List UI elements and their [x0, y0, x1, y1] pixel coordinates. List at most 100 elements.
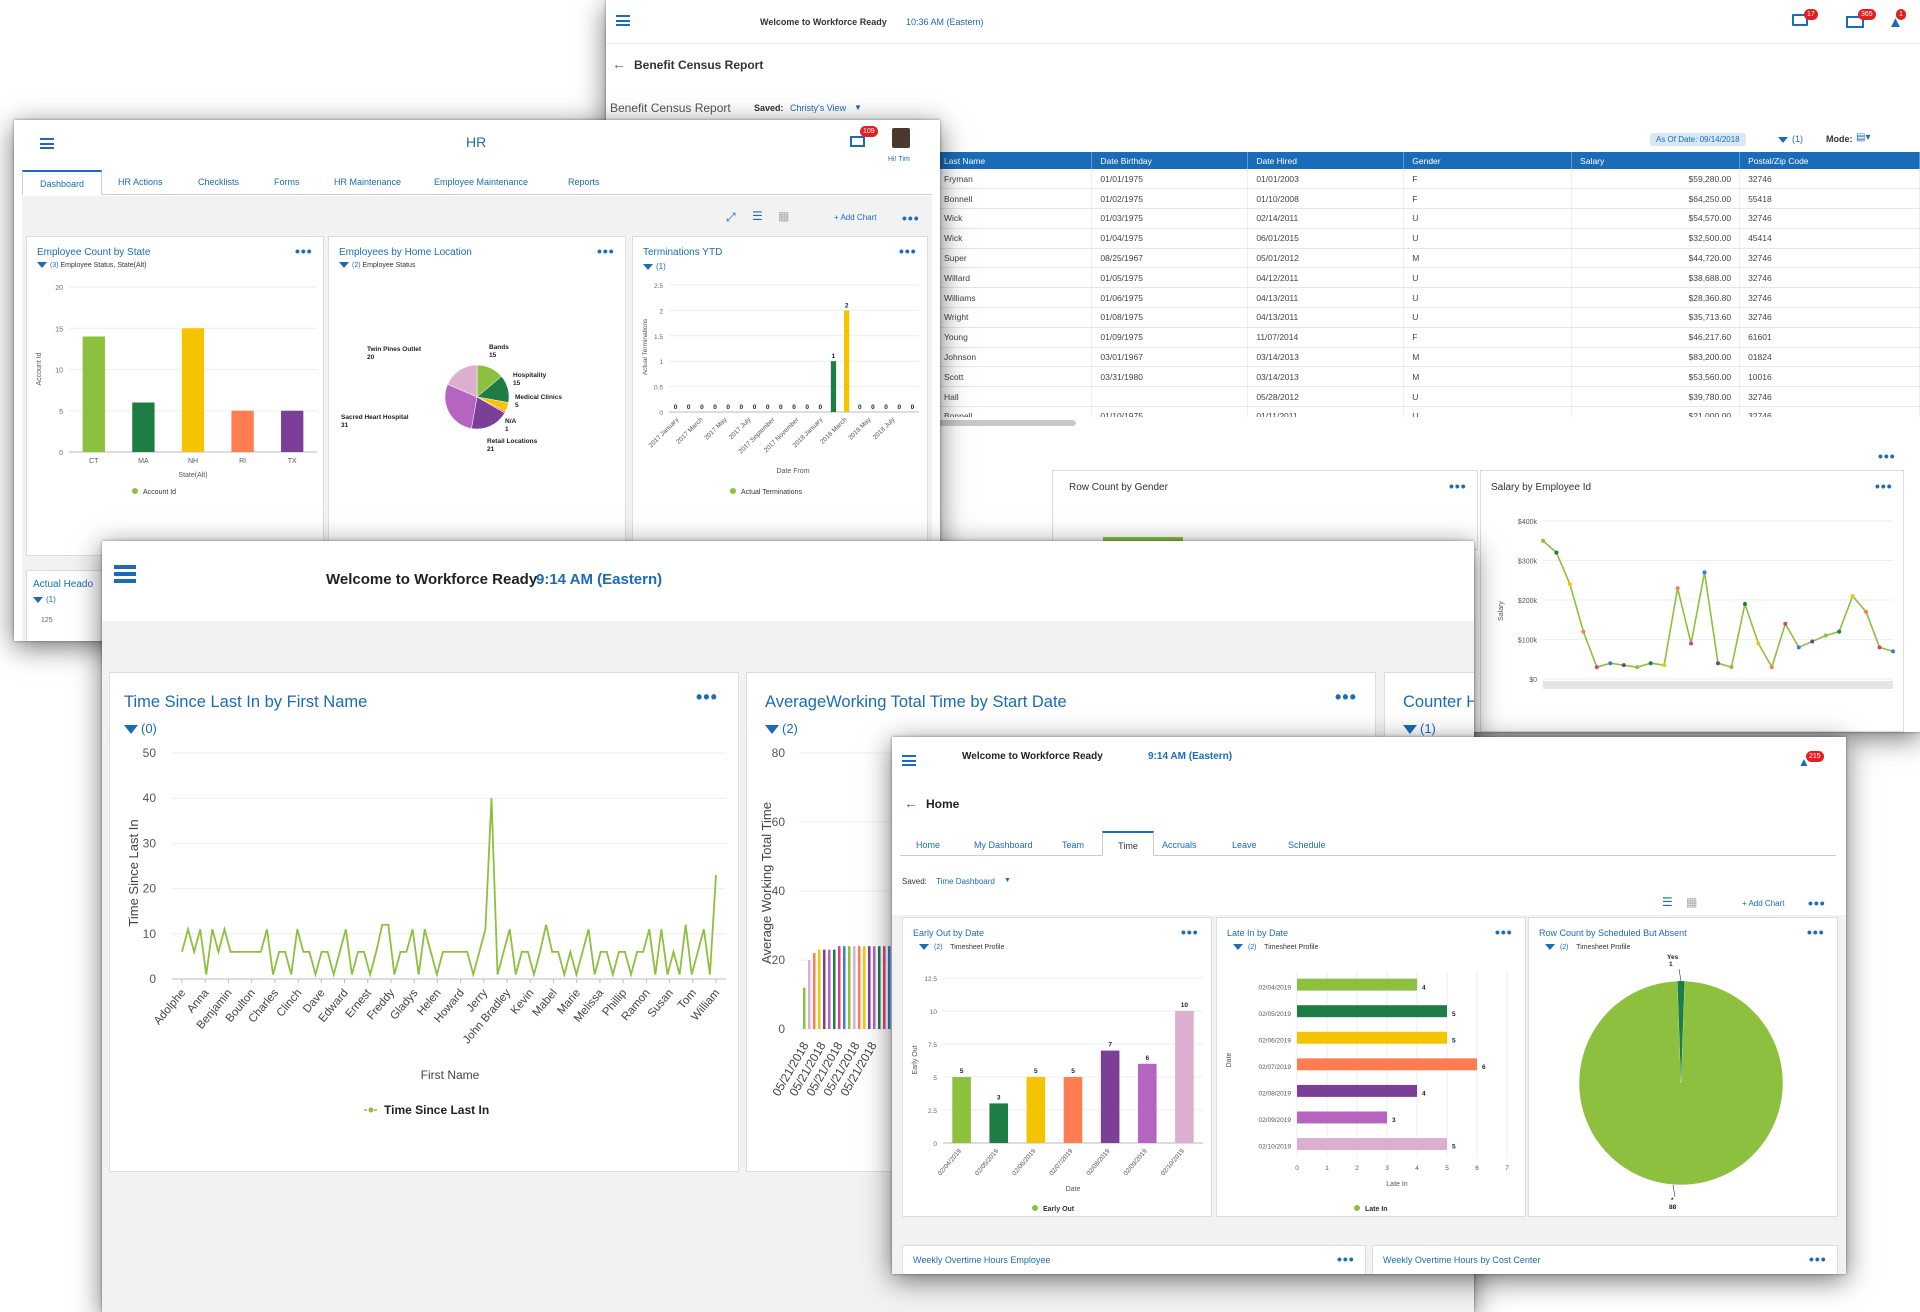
expand-icon[interactable]: ⤢ [726, 210, 736, 225]
table-row[interactable]: Williams 01/06/1975 04/13/2011 U $28,360.80 3… [936, 287, 1920, 309]
tab-team[interactable]: Team [1062, 840, 1084, 850]
add-chart-button[interactable]: + Add Chart [834, 213, 876, 222]
tab-accruals[interactable]: Accruals [1162, 840, 1197, 850]
y-axis-title: Average Working Total Time [759, 802, 774, 964]
y-tick-label: 02/05/2019 [1258, 1011, 1291, 1018]
more-options-icon[interactable]: ••• [1878, 449, 1896, 463]
tab-checklists[interactable]: Checklists [198, 177, 239, 187]
y-tick-label: 0 [149, 972, 156, 986]
table-scrollbar[interactable] [936, 420, 1076, 426]
tab-hr-actions[interactable]: HR Actions [118, 177, 163, 187]
table-cell: 06/01/2015 [1247, 228, 1405, 249]
employee-count-by-state-card: Employee Count by State ••• (3) Employee… [26, 236, 324, 556]
legend-swatch [1032, 1205, 1038, 1211]
table-cell: 01/10/1975 [1091, 406, 1249, 417]
x-tick-label: 02/09/2019 [1123, 1148, 1150, 1178]
tab-leave[interactable]: Leave [1232, 840, 1257, 850]
table-row[interactable]: Hall 05/28/2012 U $39,780.00 32746 [936, 386, 1920, 408]
table-cell: Scott [936, 366, 1093, 388]
tab-home[interactable]: Home [916, 840, 940, 850]
table-row[interactable]: Wick 01/03/1975 02/14/2011 U $54,570.00 32746 [936, 208, 1920, 229]
table-row[interactable]: Wick 01/04/1975 06/01/2015 U $32,500.00 45414 [936, 228, 1920, 249]
table-cell: 01/01/2003 [1247, 169, 1405, 190]
x-tick-label: 0 [1295, 1165, 1299, 1172]
table-cell: 32746 [1739, 169, 1920, 190]
mode-label: Mode: [1826, 134, 1853, 144]
bar [813, 953, 816, 1029]
menu-icon[interactable] [114, 565, 136, 583]
x-tick-label: 4 [1415, 1165, 1419, 1172]
more-options-icon[interactable]: ••• [1808, 896, 1826, 910]
table-cell: M [1403, 366, 1573, 388]
more-options-icon[interactable]: ••• [1449, 479, 1467, 493]
menu-icon[interactable] [902, 755, 916, 766]
tab-employee-maintenance[interactable]: Employee Maintenance [434, 177, 528, 187]
clock-text: 9:14 AM (Eastern) [536, 571, 663, 588]
tab-time[interactable]: Time [1102, 831, 1154, 856]
filter-row[interactable]: (1) [1403, 721, 1436, 736]
table-row[interactable]: Fryman 01/01/1975 01/01/2003 F $59,280.00 327… [936, 169, 1920, 190]
y-tick-label: 50 [143, 746, 157, 760]
table-row[interactable]: Wright 01/08/1975 04/13/2011 U $35,713.60 327… [936, 307, 1920, 328]
tab-schedule[interactable]: Schedule [1288, 840, 1326, 850]
column-header[interactable]: Last Name [936, 152, 1093, 169]
column-header[interactable]: Postal/Zip Code [1739, 152, 1920, 169]
chevron-down-icon: ▼ [854, 103, 862, 112]
more-options-icon[interactable]: ••• [1809, 1252, 1827, 1266]
column-header[interactable]: Gender [1403, 152, 1573, 169]
table-cell: $64,250.00 [1571, 188, 1741, 210]
menu-icon[interactable] [40, 138, 54, 149]
table-row[interactable]: Bonnell 01/10/1975 01/11/2011 U $21,000.00 32… [936, 406, 1920, 417]
bar [873, 946, 876, 1029]
column-header[interactable]: Date Hired [1247, 152, 1405, 169]
data-label: 7 [1108, 1042, 1112, 1049]
as-of-date-chip[interactable]: As Of Date: 09/14/2018 [1650, 133, 1746, 146]
column-header[interactable]: Salary [1571, 152, 1741, 169]
hr-title: HR [466, 134, 487, 150]
grid-view-icon[interactable]: ▦ [1686, 895, 1697, 909]
more-options-icon[interactable]: ••• [902, 211, 920, 225]
mode-icon[interactable]: ▤▾ [1856, 132, 1870, 143]
time-since-last-in-card: Time Since Last In by First Name ••• (0)… [109, 672, 739, 1172]
table-row[interactable]: Scott 03/31/1980 03/14/2013 M $53,560.00 1001… [936, 366, 1920, 388]
grid-view-icon[interactable]: ▦ [778, 209, 789, 223]
table-cell: 01/01/1975 [1091, 169, 1249, 190]
tab-hr-maintenance[interactable]: HR Maintenance [334, 177, 401, 187]
table-cell: Williams [936, 287, 1093, 309]
table-row[interactable]: Willard 01/05/1975 04/12/2011 U $38,688.00 32… [936, 267, 1920, 289]
list-view-icon[interactable]: ☰ [752, 209, 763, 223]
data-point [1567, 582, 1572, 587]
saved-view-select[interactable]: Christy's View [790, 103, 846, 113]
tab-forms[interactable]: Forms [274, 177, 300, 187]
menu-icon[interactable] [616, 15, 630, 26]
table-row[interactable]: Johnson 03/01/1967 03/14/2013 M $83,200.00 01… [936, 347, 1920, 368]
clock-text: 10:36 AM (Eastern) [906, 17, 984, 27]
tab-reports[interactable]: Reports [568, 177, 600, 187]
avatar[interactable] [892, 128, 910, 148]
filter-row[interactable]: (1) [33, 595, 56, 604]
filter-icon[interactable] [1778, 137, 1788, 143]
mail-icon[interactable] [850, 136, 865, 147]
data-label: 2 [845, 302, 849, 309]
saved-view-select[interactable]: Time Dashboard [936, 877, 995, 886]
list-view-icon[interactable]: ☰ [1662, 895, 1673, 909]
slice-value: 1 [1669, 961, 1673, 968]
add-chart-button[interactable]: + Add Chart [1742, 899, 1784, 908]
back-arrow-icon[interactable]: ← [904, 795, 918, 811]
table-row[interactable]: Super 08/25/1967 05/01/2012 M $44,720.00 3274… [936, 248, 1920, 269]
table-cell: F [1403, 188, 1573, 210]
bar [1175, 1011, 1194, 1143]
tab-dashboard[interactable]: Dashboard [22, 170, 102, 195]
tab-my-dashboard[interactable]: My Dashboard [974, 840, 1033, 850]
more-options-icon[interactable]: ••• [1337, 1252, 1355, 1266]
y-tick-label: 30 [143, 836, 157, 850]
table-cell: $39,780.00 [1571, 386, 1741, 408]
table-row[interactable]: Young 01/09/1975 11/07/2014 F $46,217.60 6160… [936, 327, 1920, 348]
table-cell: $28,360.80 [1571, 287, 1741, 309]
back-arrow-icon[interactable]: ← [612, 56, 626, 72]
table-row[interactable]: Bonnell 01/02/1975 01/10/2008 F $64,250.00 55… [936, 188, 1920, 210]
bar [1297, 1058, 1477, 1071]
x-tick-label: 7 [1505, 1165, 1509, 1172]
column-header[interactable]: Date Birthday [1091, 152, 1249, 169]
data-label: 0 [792, 404, 796, 411]
